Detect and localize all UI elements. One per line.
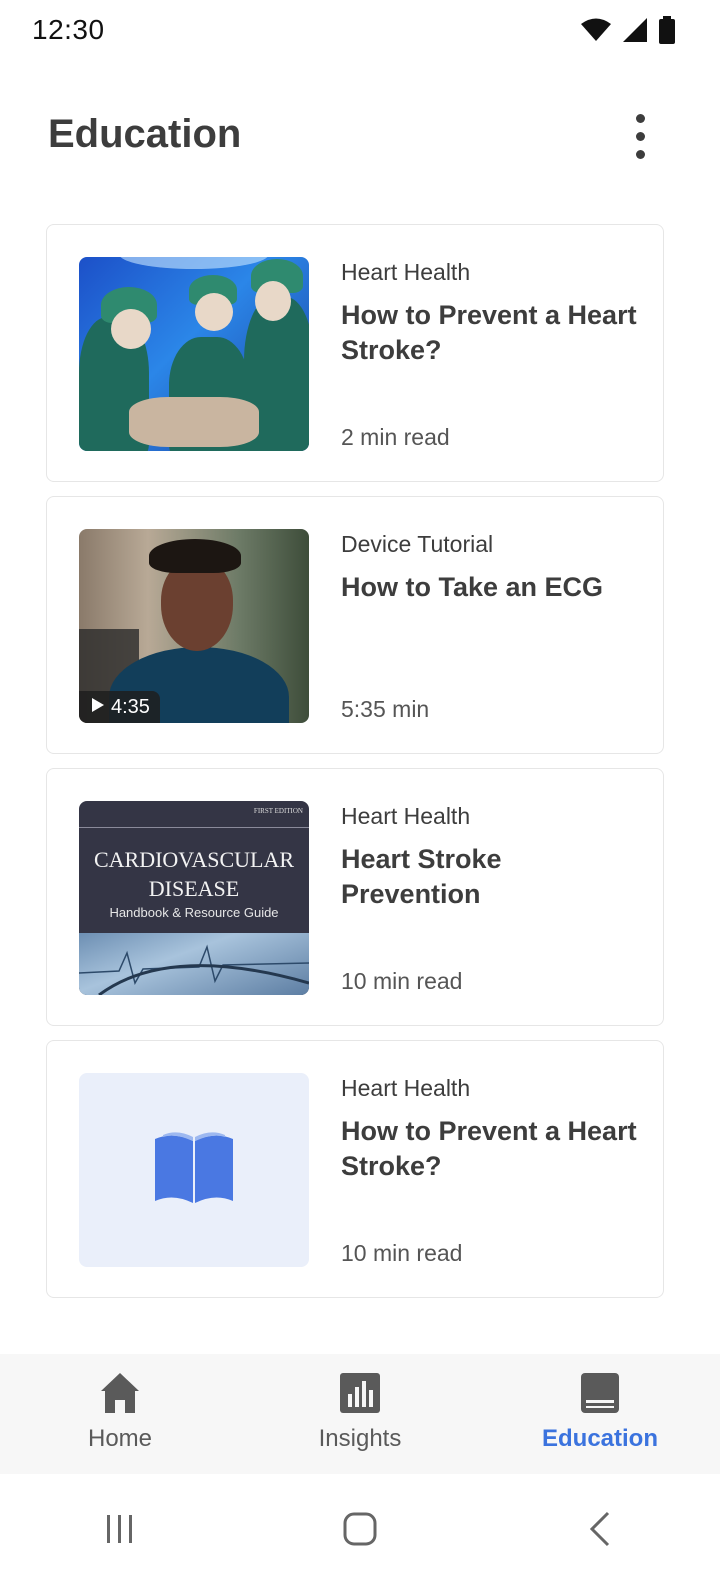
nav-item-home[interactable]: Home — [0, 1354, 240, 1474]
home-icon — [100, 1372, 140, 1419]
education-card[interactable]: FIRST EDITION CARDIOVASCULAR DISEASE Han… — [46, 768, 664, 1026]
card-category: Heart Health — [341, 803, 471, 829]
page-title: Education — [48, 112, 242, 156]
recent-apps-icon — [104, 1513, 136, 1550]
card-text: Heart Health How to Prevent a Heart Stro… — [341, 257, 641, 451]
bar-chart-icon — [339, 1372, 381, 1419]
more-dot — [635, 149, 645, 159]
placeholder-thumbnail — [79, 1073, 309, 1267]
ecg-paper-photo — [79, 933, 309, 995]
book-icon — [580, 1372, 620, 1419]
video-duration-badge: 4:35 — [79, 691, 160, 723]
more-dot — [635, 131, 645, 141]
card-category: Heart Health — [341, 1075, 471, 1101]
more-vertical-icon — [635, 113, 645, 123]
card-text: Heart Health Heart Stroke Prevention 10 … — [341, 801, 641, 995]
card-duration: 5:35 min — [341, 696, 430, 722]
book-cover-title: CARDIOVASCULAR DISEASE — [79, 845, 309, 903]
surgery-photo-thumbnail — [79, 257, 309, 451]
patient-figure — [129, 397, 259, 447]
status-icons — [580, 16, 676, 49]
card-text: Device Tutorial How to Take an ECG 5:35 … — [341, 529, 641, 723]
surgeon-face — [111, 309, 151, 349]
card-category: Heart Health — [341, 259, 471, 285]
card-read-time: 2 min read — [341, 424, 450, 450]
education-card[interactable]: 4:35 Device Tutorial How to Take an ECG … — [46, 496, 664, 754]
woman-photo-thumbnail: 4:35 — [79, 529, 309, 723]
status-bar: 12:30 — [0, 0, 720, 64]
nav-label-education: Education — [541, 1425, 658, 1452]
card-title: How to Prevent a Heart Stroke? — [341, 1116, 637, 1181]
card-category: Device Tutorial — [341, 531, 494, 557]
status-time: 12:30 — [32, 14, 105, 45]
more-options-button[interactable] — [616, 106, 664, 166]
surgeon-face — [195, 293, 233, 331]
book-cover-subtitle: Handbook & Resource Guide — [109, 905, 279, 920]
education-screen: 12:30 Education Heart Health How to Prev… — [0, 0, 720, 1588]
system-navigation-bar — [0, 1474, 720, 1588]
education-card[interactable]: Heart Health How to Prevent a Heart Stro… — [46, 224, 664, 482]
app-header: Education — [0, 96, 720, 180]
cover-rule — [79, 827, 309, 828]
book-title-line: DISEASE — [148, 876, 240, 901]
back-icon — [588, 1511, 612, 1552]
card-title: How to Take an ECG — [341, 572, 604, 602]
card-title: How to Prevent a Heart Stroke? — [341, 300, 637, 365]
book-edition: FIRST EDITION — [253, 807, 303, 815]
book-title-line: CARDIOVASCULAR — [93, 847, 295, 872]
wifi-icon — [580, 17, 612, 48]
nav-label-home: Home — [87, 1425, 153, 1452]
back-button[interactable] — [560, 1501, 640, 1561]
card-read-time: 10 min read — [341, 1240, 463, 1266]
signal-icon — [622, 17, 648, 48]
card-text: Heart Health How to Prevent a Heart Stro… — [341, 1073, 641, 1267]
recent-apps-button[interactable] — [80, 1501, 160, 1561]
system-home-button[interactable] — [320, 1501, 400, 1561]
card-read-time: 10 min read — [341, 968, 463, 994]
nav-label-insights: Insights — [318, 1425, 402, 1452]
surgeon-face — [255, 281, 291, 321]
battery-icon — [658, 16, 676, 49]
home-button-icon — [343, 1512, 377, 1551]
education-card-list: Heart Health How to Prevent a Heart Stro… — [46, 224, 666, 1312]
bottom-navigation: Home Insights Education — [0, 1354, 720, 1474]
education-card[interactable]: Heart Health How to Prevent a Heart Stro… — [46, 1040, 664, 1298]
woman-hair — [149, 539, 241, 573]
open-book-icon — [153, 1131, 235, 1210]
card-title: Heart Stroke Prevention — [341, 844, 502, 909]
nav-item-insights[interactable]: Insights — [240, 1354, 480, 1474]
play-icon — [91, 696, 105, 719]
book-cover-thumbnail: FIRST EDITION CARDIOVASCULAR DISEASE Han… — [79, 801, 309, 995]
nav-item-education[interactable]: Education — [480, 1354, 720, 1474]
video-duration: 4:35 — [111, 695, 150, 718]
surgical-light — [119, 257, 269, 269]
